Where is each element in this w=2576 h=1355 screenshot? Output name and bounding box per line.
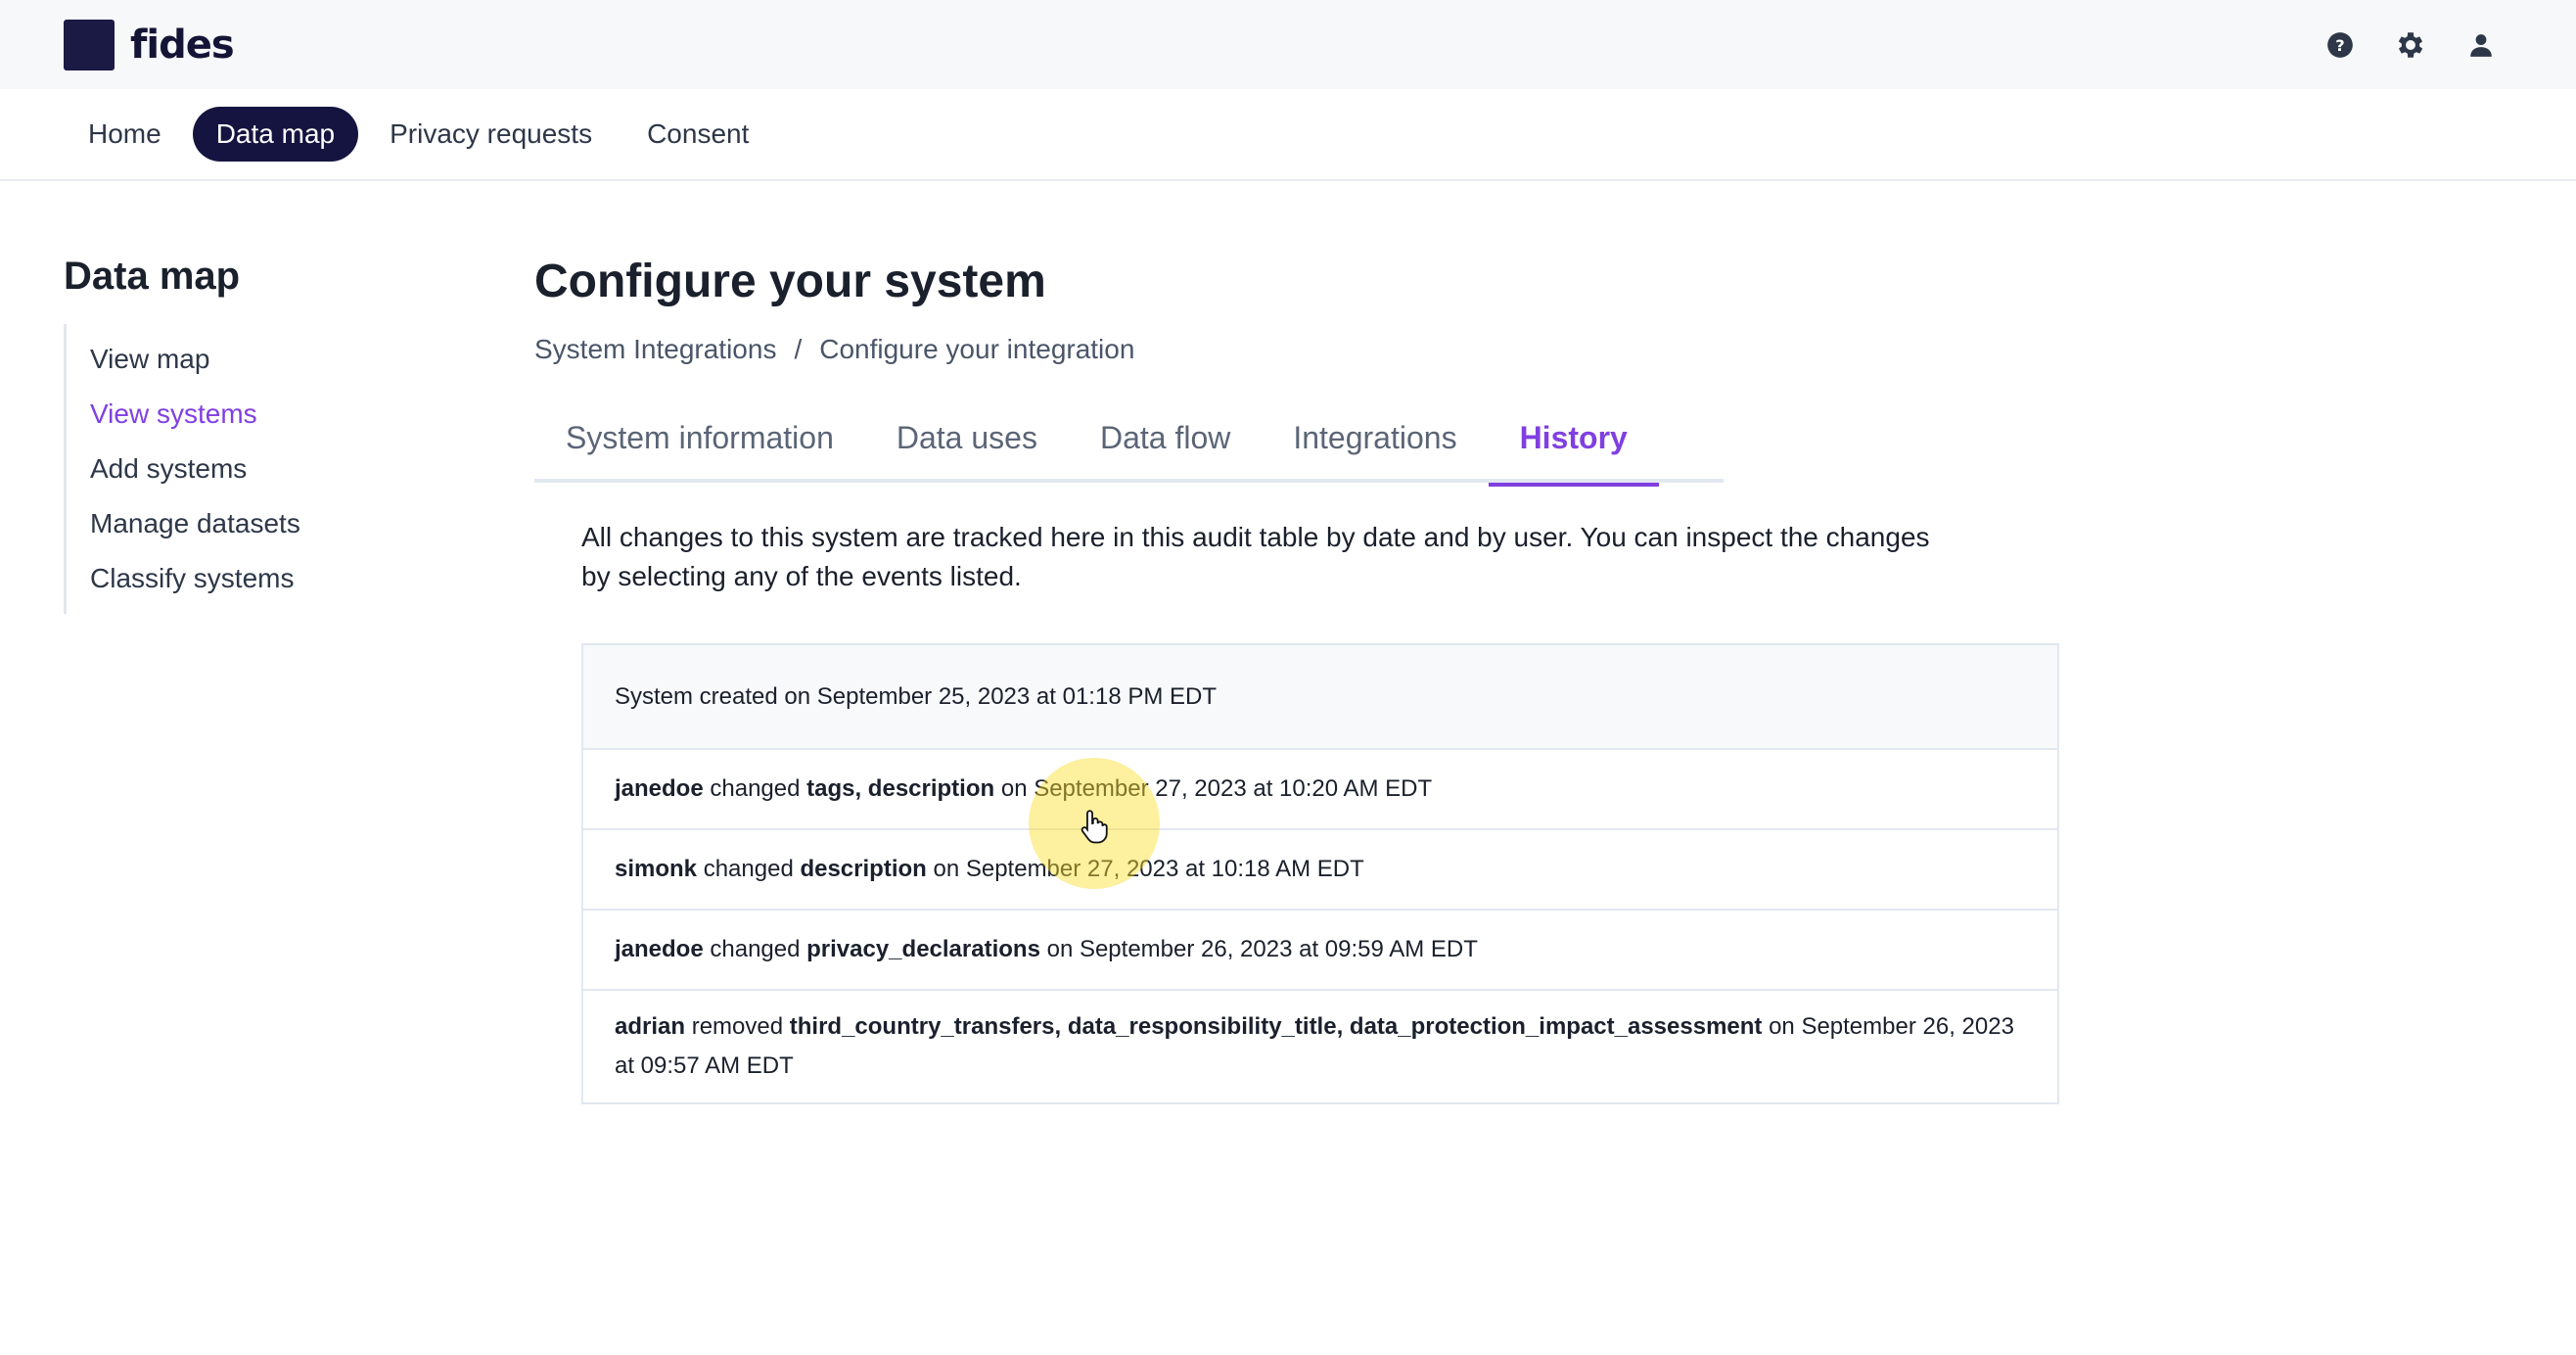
history-user: janedoe	[615, 936, 704, 962]
svg-text:?: ?	[2335, 35, 2344, 54]
tab-system-information[interactable]: System information	[534, 416, 865, 483]
history-row[interactable]: simonk changed description on September …	[583, 828, 2057, 909]
main-nav: Home Data map Privacy requests Consent	[0, 89, 2576, 181]
sidebar-item-manage-datasets[interactable]: Manage datasets	[90, 496, 455, 551]
history-action: changed	[703, 936, 807, 962]
main-content: Configure your system System Integration…	[534, 255, 2061, 1104]
history-intro-text: All changes to this system are tracked h…	[581, 522, 1930, 591]
history-timestamp: on September 27, 2023 at 10:20 AM EDT	[994, 775, 1433, 802]
nav-consent[interactable]: Consent	[623, 107, 772, 162]
history-timestamp: on September 26, 2023 at 09:59 AM EDT	[1039, 936, 1478, 962]
history-event-text: janedoe changed tags, description on Sep…	[615, 770, 1432, 809]
breadcrumb: System Integrations / Configure your int…	[534, 334, 2061, 365]
tab-integrations[interactable]: Integrations	[1262, 416, 1488, 483]
history-user: simonk	[615, 856, 698, 882]
header-actions: ?	[2323, 28, 2498, 62]
history-row[interactable]: janedoe changed privacy_declarations on …	[583, 909, 2057, 989]
logo-mark-icon	[64, 19, 115, 70]
logo-text: fides	[130, 22, 235, 68]
fides-logo[interactable]: fides	[64, 19, 235, 70]
history-table: System created on September 25, 2023 at …	[581, 643, 2059, 1104]
history-event-text: simonk changed description on September …	[615, 850, 1364, 889]
history-event-text: janedoe changed privacy_declarations on …	[615, 930, 1478, 969]
history-fields: third_country_transfers, data_responsibi…	[789, 1013, 1763, 1040]
nav-data-map[interactable]: Data map	[192, 107, 359, 162]
history-action: removed	[685, 1013, 790, 1040]
history-action: changed	[703, 775, 807, 802]
tab-history[interactable]: History	[1488, 416, 1660, 487]
history-row[interactable]: adrian removed third_country_transfers, …	[583, 989, 2057, 1102]
system-tabs: System information Data uses Data flow I…	[534, 416, 1724, 487]
top-bar: fides ?	[0, 0, 2576, 89]
history-timestamp: on September 27, 2023 at 10:18 AM EDT	[926, 856, 1364, 882]
nav-privacy-requests[interactable]: Privacy requests	[366, 107, 616, 162]
tab-data-flow[interactable]: Data flow	[1069, 416, 1262, 483]
history-event-text: adrian removed third_country_transfers, …	[615, 1007, 2026, 1086]
sidebar-title: Data map	[64, 255, 241, 298]
history-fields: tags, description	[806, 775, 995, 802]
history-created-text: System created on September 25, 2023 at …	[615, 682, 1217, 710]
settings-gear-icon[interactable]	[2394, 28, 2427, 62]
help-icon[interactable]: ?	[2323, 28, 2357, 62]
sidebar-item-view-systems[interactable]: View systems	[90, 387, 455, 442]
user-account-icon[interactable]	[2464, 28, 2498, 62]
history-user: janedoe	[615, 775, 704, 802]
sidebar-item-classify-systems[interactable]: Classify systems	[90, 551, 455, 606]
sidebar: Data map View map View systems Add syste…	[64, 255, 455, 614]
history-action: changed	[697, 856, 801, 882]
sidebar-list: View map View systems Add systems Manage…	[64, 324, 455, 614]
tab-data-uses[interactable]: Data uses	[865, 416, 1069, 483]
history-user: adrian	[615, 1013, 686, 1040]
history-row-created: System created on September 25, 2023 at …	[583, 645, 2057, 748]
sidebar-item-view-map[interactable]: View map	[90, 332, 455, 387]
breadcrumb-current: Configure your integration	[819, 334, 1135, 364]
breadcrumb-separator: /	[794, 334, 803, 364]
history-fields: description	[800, 856, 927, 882]
breadcrumb-system-integrations[interactable]: System Integrations	[534, 334, 776, 365]
page-title: Configure your system	[534, 256, 1046, 307]
nav-home[interactable]: Home	[65, 107, 185, 162]
history-fields: privacy_declarations	[806, 936, 1040, 962]
sidebar-item-add-systems[interactable]: Add systems	[90, 442, 455, 496]
history-row[interactable]: janedoe changed tags, description on Sep…	[583, 748, 2057, 828]
